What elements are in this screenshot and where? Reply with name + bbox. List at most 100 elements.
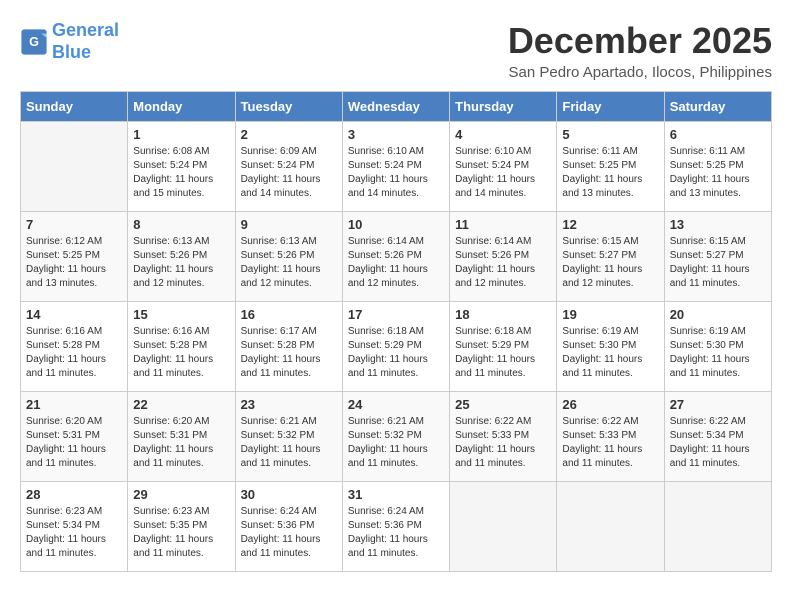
day-cell: 14Sunrise: 6:16 AM Sunset: 5:28 PM Dayli…: [21, 302, 128, 392]
day-number: 21: [26, 397, 122, 412]
weekday-header-tuesday: Tuesday: [235, 92, 342, 122]
day-cell: 30 Sunrise: 6:24 AM Sunset: 5:36 PM Dayli…: [235, 482, 342, 572]
day-cell: 21Sunrise: 6:20 AM Sunset: 5:31 PM Dayli…: [21, 392, 128, 482]
day-cell: 22 Sunrise: 6:20 AM Sunset: 5:31 PM Dayli…: [128, 392, 235, 482]
week-row-3: 14Sunrise: 6:16 AM Sunset: 5:28 PM Dayli…: [21, 302, 772, 392]
day-cell: [21, 122, 128, 212]
weekday-header-friday: Friday: [557, 92, 664, 122]
day-cell: 20Sunrise: 6:19 AM Sunset: 5:30 PM Dayli…: [664, 302, 771, 392]
day-cell: 9Sunrise: 6:13 AM Sunset: 5:26 PM Daylig…: [235, 212, 342, 302]
day-info: Sunrise: 6:18 AM Sunset: 5:29 PM Dayligh…: [348, 325, 444, 381]
day-number: 10: [348, 217, 444, 232]
day-info: Sunrise: 6:13 AM Sunset: 5:26 PM Dayligh…: [241, 235, 337, 291]
day-cell: 4 Sunrise: 6:10 AM Sunset: 5:24 PM Daylig…: [450, 122, 557, 212]
day-info: Sunrise: 6:10 AM Sunset: 5:24 PM Dayligh…: [348, 145, 444, 201]
weekday-header-wednesday: Wednesday: [342, 92, 449, 122]
day-number: 2: [241, 127, 337, 142]
weekday-header-thursday: Thursday: [450, 92, 557, 122]
day-cell: 26 Sunrise: 6:22 AM Sunset: 5:33 PM Dayli…: [557, 392, 664, 482]
day-number: 12: [562, 217, 658, 232]
day-info: Sunrise: 6:17 AM Sunset: 5:28 PM Dayligh…: [241, 325, 337, 381]
day-cell: 6Sunrise: 6:11 AM Sunset: 5:25 PM Daylig…: [664, 122, 771, 212]
day-cell: 28Sunrise: 6:23 AM Sunset: 5:34 PM Dayli…: [21, 482, 128, 572]
day-info: Sunrise: 6:14 AM Sunset: 5:26 PM Dayligh…: [455, 235, 551, 291]
day-info: Sunrise: 6:08 AM Sunset: 5:24 PM Dayligh…: [133, 145, 229, 201]
day-number: 23: [241, 397, 337, 412]
title-area: December 2025 San Pedro Apartado, Ilocos…: [508, 20, 772, 81]
day-number: 24: [348, 397, 444, 412]
day-cell: 7 Sunrise: 6:12 AM Sunset: 5:25 PM Daylig…: [21, 212, 128, 302]
day-info: Sunrise: 6:11 AM Sunset: 5:25 PM Dayligh…: [670, 145, 766, 201]
day-number: 26: [562, 397, 658, 412]
day-info: Sunrise: 6:09 AM Sunset: 5:24 PM Dayligh…: [241, 145, 337, 201]
svg-text:G: G: [29, 35, 39, 49]
weekday-header-row: SundayMondayTuesdayWednesdayThursdayFrid…: [21, 92, 772, 122]
day-number: 11: [455, 217, 551, 232]
month-title: December 2025: [508, 20, 772, 62]
day-cell: 10 Sunrise: 6:14 AM Sunset: 5:26 PM Dayli…: [342, 212, 449, 302]
day-number: 16: [241, 307, 337, 322]
day-number: 27: [670, 397, 766, 412]
day-number: 30: [241, 487, 337, 502]
day-number: 31: [348, 487, 444, 502]
day-info: Sunrise: 6:24 AM Sunset: 5:36 PM Dayligh…: [241, 505, 337, 561]
day-info: Sunrise: 6:20 AM Sunset: 5:31 PM Dayligh…: [133, 415, 229, 471]
logo: G General Blue: [20, 20, 119, 63]
day-info: Sunrise: 6:18 AM Sunset: 5:29 PM Dayligh…: [455, 325, 551, 381]
day-cell: 18 Sunrise: 6:18 AM Sunset: 5:29 PM Dayli…: [450, 302, 557, 392]
day-number: 4: [455, 127, 551, 142]
day-cell: 19 Sunrise: 6:19 AM Sunset: 5:30 PM Dayli…: [557, 302, 664, 392]
day-number: 29: [133, 487, 229, 502]
day-cell: 31Sunrise: 6:24 AM Sunset: 5:36 PM Dayli…: [342, 482, 449, 572]
day-info: Sunrise: 6:21 AM Sunset: 5:32 PM Dayligh…: [241, 415, 337, 471]
day-cell: 1 Sunrise: 6:08 AM Sunset: 5:24 PM Daylig…: [128, 122, 235, 212]
day-cell: [557, 482, 664, 572]
day-cell: 2 Sunrise: 6:09 AM Sunset: 5:24 PM Daylig…: [235, 122, 342, 212]
day-info: Sunrise: 6:15 AM Sunset: 5:27 PM Dayligh…: [670, 235, 766, 291]
day-cell: 15Sunrise: 6:16 AM Sunset: 5:28 PM Dayli…: [128, 302, 235, 392]
weekday-header-saturday: Saturday: [664, 92, 771, 122]
logo-icon: G: [20, 28, 48, 56]
day-info: Sunrise: 6:22 AM Sunset: 5:33 PM Dayligh…: [455, 415, 551, 471]
day-cell: 5 Sunrise: 6:11 AM Sunset: 5:25 PM Daylig…: [557, 122, 664, 212]
weekday-header-sunday: Sunday: [21, 92, 128, 122]
weekday-header-monday: Monday: [128, 92, 235, 122]
day-cell: 11 Sunrise: 6:14 AM Sunset: 5:26 PM Dayli…: [450, 212, 557, 302]
week-row-1: 1 Sunrise: 6:08 AM Sunset: 5:24 PM Daylig…: [21, 122, 772, 212]
week-row-5: 28Sunrise: 6:23 AM Sunset: 5:34 PM Dayli…: [21, 482, 772, 572]
day-cell: 27 Sunrise: 6:22 AM Sunset: 5:34 PM Dayli…: [664, 392, 771, 482]
day-number: 7: [26, 217, 122, 232]
day-info: Sunrise: 6:22 AM Sunset: 5:33 PM Dayligh…: [562, 415, 658, 471]
day-info: Sunrise: 6:10 AM Sunset: 5:24 PM Dayligh…: [455, 145, 551, 201]
day-cell: 13 Sunrise: 6:15 AM Sunset: 5:27 PM Dayli…: [664, 212, 771, 302]
location-subtitle: San Pedro Apartado, Ilocos, Philippines: [508, 64, 772, 81]
day-info: Sunrise: 6:11 AM Sunset: 5:25 PM Dayligh…: [562, 145, 658, 201]
day-cell: 24Sunrise: 6:21 AM Sunset: 5:32 PM Dayli…: [342, 392, 449, 482]
header: G General Blue December 2025 San Pedro A…: [20, 20, 772, 81]
day-number: 1: [133, 127, 229, 142]
day-info: Sunrise: 6:14 AM Sunset: 5:26 PM Dayligh…: [348, 235, 444, 291]
day-info: Sunrise: 6:22 AM Sunset: 5:34 PM Dayligh…: [670, 415, 766, 471]
day-cell: 17 Sunrise: 6:18 AM Sunset: 5:29 PM Dayli…: [342, 302, 449, 392]
day-cell: 23 Sunrise: 6:21 AM Sunset: 5:32 PM Dayli…: [235, 392, 342, 482]
logo-general: General: [52, 20, 119, 40]
logo-blue: Blue: [52, 42, 91, 62]
day-number: 19: [562, 307, 658, 322]
day-number: 13: [670, 217, 766, 232]
week-row-2: 7 Sunrise: 6:12 AM Sunset: 5:25 PM Daylig…: [21, 212, 772, 302]
day-number: 20: [670, 307, 766, 322]
week-row-4: 21 Sunrise: 6:20 AM Sunset: 5:31 PM Dayli…: [21, 392, 772, 482]
day-number: 22: [133, 397, 229, 412]
day-cell: [664, 482, 771, 572]
day-info: Sunrise: 6:16 AM Sunset: 5:28 PM Dayligh…: [133, 325, 229, 381]
day-info: Sunrise: 6:19 AM Sunset: 5:30 PM Dayligh…: [562, 325, 658, 381]
day-cell: 16 Sunrise: 6:17 AM Sunset: 5:28 PM Dayli…: [235, 302, 342, 392]
day-number: 25: [455, 397, 551, 412]
day-number: 17: [348, 307, 444, 322]
day-info: Sunrise: 6:12 AM Sunset: 5:25 PM Dayligh…: [26, 235, 122, 291]
day-cell: 12Sunrise: 6:15 AM Sunset: 5:27 PM Dayli…: [557, 212, 664, 302]
day-number: 5: [562, 127, 658, 142]
day-info: Sunrise: 6:13 AM Sunset: 5:26 PM Dayligh…: [133, 235, 229, 291]
calendar-table: SundayMondayTuesdayWednesdayThursdayFrid…: [20, 91, 772, 572]
day-number: 18: [455, 307, 551, 322]
